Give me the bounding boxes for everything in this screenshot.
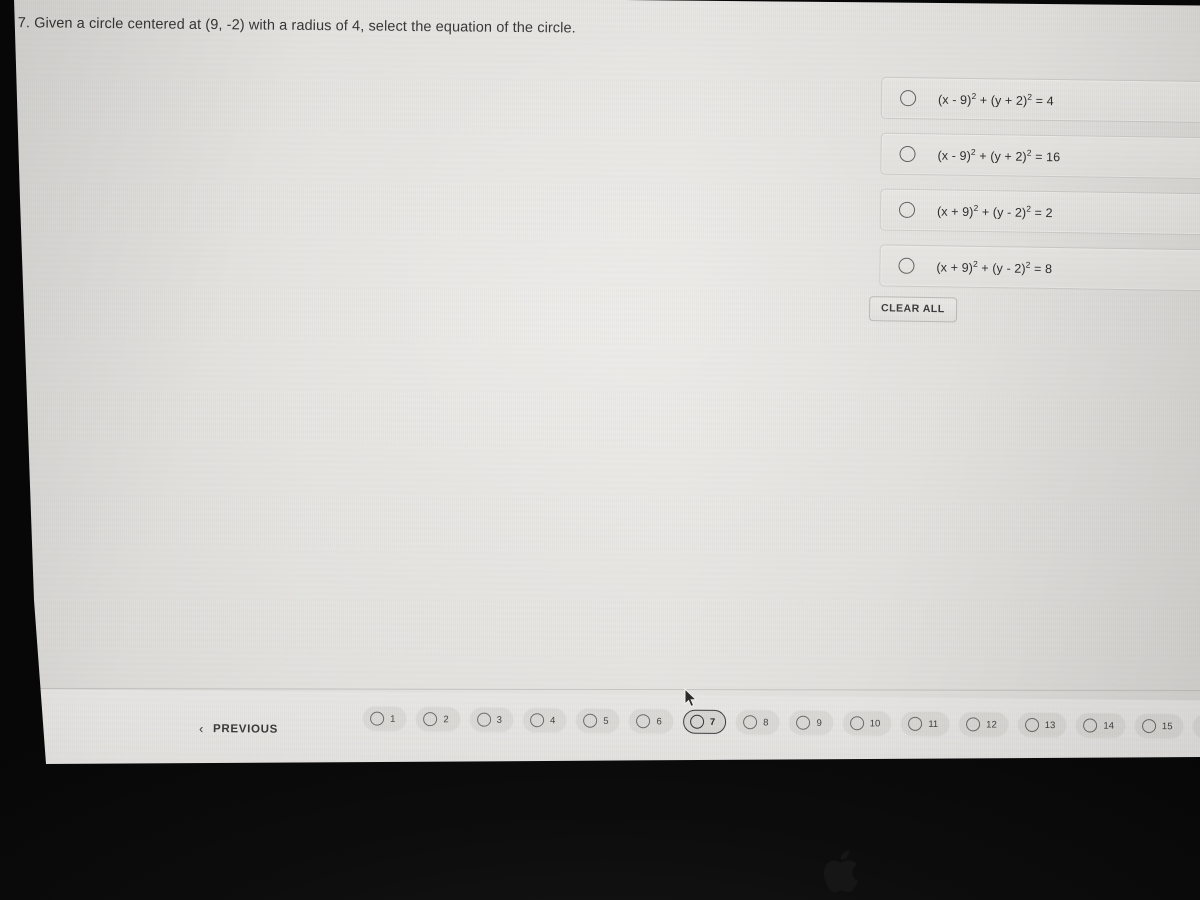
pager-item-number: 7 — [709, 716, 716, 728]
pager-item-8[interactable]: 8 — [736, 710, 780, 735]
pager-item-9[interactable]: 9 — [789, 710, 833, 736]
pager-item-number: 9 — [816, 717, 822, 729]
pager-item-number: 6 — [656, 715, 662, 727]
pager-radio-icon — [1141, 718, 1157, 734]
pager-item-3[interactable]: 3 — [469, 707, 514, 732]
pager-radio-icon — [966, 717, 981, 732]
clear-all-button[interactable]: CLEAR ALL — [868, 296, 957, 323]
pager-item-11[interactable]: 11 — [901, 711, 950, 737]
pager-item-5[interactable]: 5 — [576, 708, 620, 733]
pager-radio-icon — [1083, 718, 1098, 733]
pager-item-15[interactable]: 15 — [1134, 713, 1184, 739]
pager-radio-icon — [908, 716, 923, 731]
radio-button-icon[interactable] — [899, 90, 917, 107]
answer-option-label: (x + 9)2 + (y - 2)2 = 2 — [936, 202, 1053, 221]
chevron-left-icon: ‹ — [198, 720, 205, 736]
pager-radio-icon — [583, 713, 598, 728]
pager-item-7[interactable]: 7 — [682, 709, 727, 735]
pager-radio-icon — [529, 713, 545, 728]
pager-radio-icon — [370, 711, 385, 726]
pager-item-number: 5 — [603, 715, 609, 727]
pager-radio-icon — [1024, 717, 1039, 733]
pager-radio-icon — [743, 715, 758, 730]
pager-item-number: 8 — [763, 716, 769, 728]
pager-item-4[interactable]: 4 — [522, 708, 567, 733]
answer-option-label: (x - 9)2 + (y + 2)2 = 16 — [937, 146, 1061, 165]
answer-option-1[interactable]: (x - 9)2 + (y + 2)2 = 4 — [880, 76, 1200, 124]
pager-radio-icon — [849, 716, 864, 731]
pager-item-14[interactable]: 14 — [1076, 713, 1126, 738]
pager-item-number: 3 — [496, 714, 503, 726]
pager-item-13[interactable]: 13 — [1017, 712, 1067, 738]
question-pager: 12345678910111213141516 — [363, 706, 1200, 739]
question-text: 7. Given a circle centered at (9, -2) wi… — [17, 15, 576, 37]
answer-options-list: (x - 9)2 + (y + 2)2 = 4 (x - 9)2 + (y + … — [879, 76, 1200, 305]
answer-option-4[interactable]: (x + 9)2 + (y - 2)2 = 8 — [879, 244, 1200, 293]
pager-item-1[interactable]: 1 — [363, 706, 407, 731]
pager-radio-icon — [423, 712, 438, 727]
pager-item-number: 1 — [390, 713, 396, 725]
pager-radio-icon — [636, 714, 651, 729]
pager-item-6[interactable]: 6 — [629, 709, 674, 734]
previous-button-label: PREVIOUS — [212, 722, 279, 736]
previous-button[interactable]: ‹ PREVIOUS — [199, 721, 278, 737]
pager-item-number: 14 — [1103, 720, 1114, 732]
pager-item-16[interactable]: 16 — [1193, 714, 1200, 739]
pager-item-number: 4 — [549, 714, 556, 726]
pager-radio-icon — [796, 715, 811, 730]
radio-button-icon[interactable] — [898, 201, 916, 219]
answer-option-label: (x + 9)2 + (y - 2)2 = 8 — [936, 258, 1053, 277]
pager-radio-icon — [476, 712, 491, 727]
answer-option-3[interactable]: (x + 9)2 + (y - 2)2 = 2 — [879, 188, 1200, 237]
quiz-page: 7. Given a circle centered at (9, -2) wi… — [14, 0, 1200, 764]
pager-item-number: 10 — [869, 717, 881, 729]
pager-item-12[interactable]: 12 — [959, 712, 1008, 737]
pager-item-number: 2 — [443, 713, 449, 725]
pager-item-number: 11 — [928, 718, 939, 730]
pager-radio-icon — [689, 714, 704, 729]
pager-item-number: 15 — [1161, 720, 1173, 732]
answer-option-label: (x - 9)2 + (y + 2)2 = 4 — [937, 90, 1054, 109]
pager-item-number: 12 — [986, 719, 997, 731]
pager-item-10[interactable]: 10 — [842, 711, 892, 736]
radio-button-icon[interactable] — [898, 257, 915, 274]
answer-option-2[interactable]: (x - 9)2 + (y + 2)2 = 16 — [880, 132, 1200, 181]
pager-item-number: 13 — [1044, 719, 1056, 731]
radio-button-icon[interactable] — [899, 145, 916, 163]
apple-logo-icon — [823, 850, 859, 893]
mouse-cursor — [684, 688, 698, 708]
pager-item-2[interactable]: 2 — [416, 707, 460, 732]
